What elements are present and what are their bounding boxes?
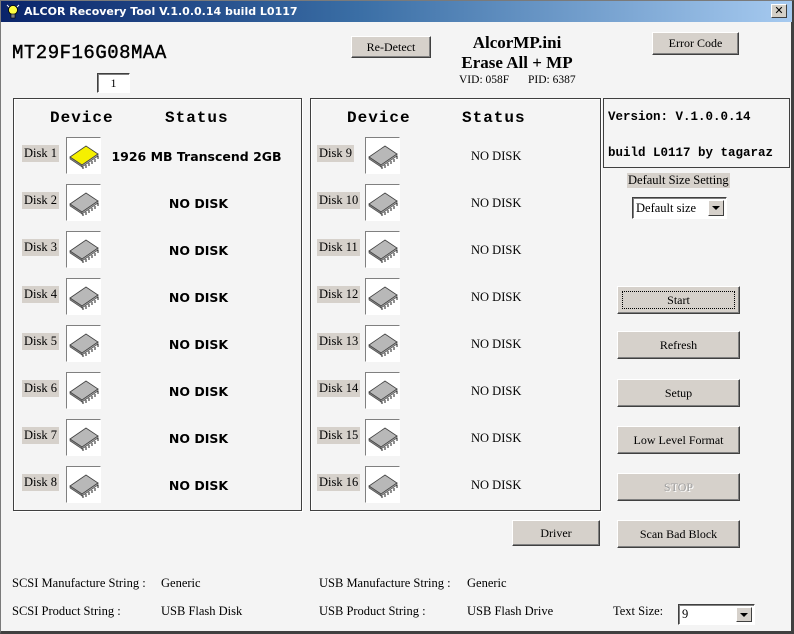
- flash-chip-icon[interactable]: [365, 184, 400, 221]
- disk-label: Disk 9: [317, 145, 354, 162]
- error-code-button[interactable]: Error Code: [652, 32, 739, 55]
- usb-manufacture-label: USB Manufacture String :: [319, 576, 451, 590]
- disk-row: Disk 2 NO DISK: [14, 184, 301, 224]
- scsi-manufacture-value: Generic: [161, 576, 201, 590]
- vid-text: VID: 058F: [459, 74, 510, 86]
- disk-row: Disk 7 NO DISK: [14, 419, 301, 459]
- status-column-header: Status: [165, 109, 229, 127]
- disk-label: Disk 10: [317, 192, 361, 209]
- redetect-button[interactable]: Re-Detect: [351, 36, 431, 58]
- disk-label: Disk 16: [317, 474, 361, 491]
- disk-status: NO DISK: [471, 196, 522, 210]
- scsi-manufacture-label: SCSI Manufacture String :: [12, 576, 146, 590]
- lightbulb-icon: [6, 4, 20, 20]
- disk-panel-left: Device Status Disk 1 1926 MB Transcend 2G…: [13, 98, 302, 511]
- disk-label: Disk 11: [317, 239, 360, 256]
- flash-chip-icon[interactable]: [365, 137, 400, 174]
- disk-status: NO DISK: [168, 243, 229, 258]
- flash-chip-icon[interactable]: [365, 419, 400, 456]
- index-field[interactable]: 1: [97, 73, 130, 93]
- disk-label: Disk 15: [317, 427, 361, 444]
- usb-product-value: USB Flash Drive: [467, 604, 554, 618]
- disk-row: Disk 6 NO DISK: [14, 372, 301, 412]
- version-line: Version: V.1.0.0.14: [608, 110, 751, 124]
- disk-row: Disk 12 NO DISK: [311, 278, 600, 318]
- disk-status: NO DISK: [471, 290, 522, 304]
- disk-status: NO DISK: [168, 384, 229, 399]
- driver-button[interactable]: Driver: [512, 520, 600, 546]
- disk-label: Disk 12: [317, 286, 361, 303]
- disk-label: Disk 13: [317, 333, 361, 350]
- usb-manufacture-value: Generic: [467, 576, 507, 590]
- flash-chip-icon[interactable]: [365, 372, 400, 409]
- flash-chip-icon[interactable]: [365, 466, 400, 503]
- disk-status: 1926 MB Transcend 2GB: [111, 149, 282, 164]
- disk-panel-right: Device Status Disk 9 NO DISK Disk 10 NO DIS…: [310, 98, 601, 511]
- disk-row: Disk 3 NO DISK: [14, 231, 301, 271]
- status-column-header: Status: [462, 109, 526, 127]
- refresh-button[interactable]: Refresh: [617, 331, 740, 359]
- disk-status: NO DISK: [168, 196, 229, 211]
- start-label: Start: [622, 291, 735, 309]
- disk-status: NO DISK: [168, 431, 229, 446]
- scsi-product-label: SCSI Product String :: [12, 604, 121, 618]
- disk-row: Disk 11 NO DISK: [311, 231, 600, 271]
- disk-row: Disk 13 NO DISK: [311, 325, 600, 365]
- text-size-select[interactable]: 9: [678, 604, 755, 625]
- setup-button[interactable]: Setup: [617, 379, 740, 407]
- disk-status: NO DISK: [471, 384, 522, 398]
- low-level-format-button[interactable]: Low Level Format: [617, 426, 740, 454]
- version-box: Version: V.1.0.0.14 build L0117 by tagar…: [603, 98, 790, 168]
- pid-text: PID: 6387: [528, 74, 576, 86]
- disk-label: Disk 14: [317, 380, 361, 397]
- flash-chip-icon[interactable]: [365, 325, 400, 362]
- disk-row: Disk 16 NO DISK: [311, 466, 600, 506]
- disk-status: NO DISK: [471, 243, 522, 257]
- stop-button[interactable]: STOP: [617, 473, 740, 501]
- disk-status: NO DISK: [471, 431, 522, 445]
- default-size-label: Default Size Setting: [627, 173, 730, 188]
- disk-status: NO DISK: [168, 290, 229, 305]
- disk-status: NO DISK: [471, 478, 522, 492]
- close-button[interactable]: ✕: [771, 4, 787, 18]
- chip-model: MT29F16G08MAA: [12, 42, 167, 64]
- ini-file-name: AlcorMP.ini: [472, 33, 562, 52]
- disk-row: Disk 10 NO DISK: [311, 184, 600, 224]
- device-column-header: Device: [50, 109, 114, 127]
- disk-row: Disk 5 NO DISK: [14, 325, 301, 365]
- flash-chip-icon[interactable]: [365, 278, 400, 315]
- app-window: ALCOR Recovery Tool V.1.0.0.14 build L01…: [0, 0, 794, 634]
- build-line: build L0117 by tagaraz: [608, 146, 774, 160]
- disk-status: NO DISK: [471, 337, 522, 351]
- disk-row: Disk 14 NO DISK: [311, 372, 600, 412]
- chevron-down-icon[interactable]: [736, 607, 752, 622]
- disk-row: Disk 9 NO DISK: [311, 137, 600, 177]
- disk-row: Disk 15 NO DISK: [311, 419, 600, 459]
- text-size-label: Text Size:: [613, 604, 664, 618]
- disk-status: NO DISK: [168, 478, 229, 493]
- mp-mode: Erase All + MP: [461, 53, 573, 72]
- window-title: ALCOR Recovery Tool V.1.0.0.14 build L01…: [24, 5, 298, 18]
- chevron-down-icon[interactable]: [708, 200, 724, 216]
- usb-product-label: USB Product String :: [319, 604, 426, 618]
- disk-status: NO DISK: [471, 149, 522, 163]
- close-icon: ✕: [774, 4, 784, 17]
- scsi-product-value: USB Flash Disk: [161, 604, 243, 618]
- disk-row: Disk 4 NO DISK: [14, 278, 301, 318]
- disk-row: Disk 1 1926 MB Transcend 2GB: [14, 137, 301, 177]
- default-size-select[interactable]: Default size: [632, 197, 727, 219]
- title-bar[interactable]: ALCOR Recovery Tool V.1.0.0.14 build L01…: [1, 1, 792, 22]
- text-size-value: 9: [682, 607, 689, 621]
- flash-chip-icon[interactable]: [365, 231, 400, 268]
- default-size-value: Default size: [636, 200, 697, 215]
- device-column-header: Device: [347, 109, 411, 127]
- disk-row: Disk 8 NO DISK: [14, 466, 301, 506]
- disk-status: NO DISK: [168, 337, 229, 352]
- scan-bad-block-button[interactable]: Scan Bad Block: [617, 520, 740, 548]
- start-button[interactable]: Start: [617, 286, 740, 314]
